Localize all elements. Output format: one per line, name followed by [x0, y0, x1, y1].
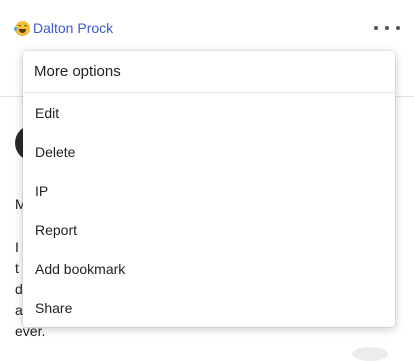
menu-item-share[interactable]: Share	[23, 288, 395, 327]
menu-list: Edit Delete IP Report Add bookmark Share	[23, 93, 395, 327]
post-text-fragment: d	[15, 281, 23, 297]
post-author[interactable]: Dalton Prock	[14, 19, 113, 37]
menu-item-add-bookmark[interactable]: Add bookmark	[23, 249, 395, 288]
post-text-fragment: t	[15, 260, 19, 276]
post-text-fragment: a	[15, 302, 23, 318]
bottom-control	[352, 347, 388, 361]
menu-item-report[interactable]: Report	[23, 210, 395, 249]
author-name[interactable]: Dalton Prock	[33, 19, 113, 37]
ellipsis-icon	[374, 26, 378, 30]
rofl-emoji-icon	[14, 20, 30, 36]
menu-item-delete[interactable]: Delete	[23, 132, 395, 171]
menu-item-edit[interactable]: Edit	[23, 93, 395, 132]
post-text-fragment: I	[15, 239, 19, 255]
menu-title: More options	[34, 63, 121, 80]
more-options-button[interactable]	[374, 21, 400, 35]
menu-header: More options	[23, 51, 395, 93]
menu-item-ip[interactable]: IP	[23, 171, 395, 210]
more-options-menu: More options Edit Delete IP Report Add b…	[23, 51, 395, 327]
